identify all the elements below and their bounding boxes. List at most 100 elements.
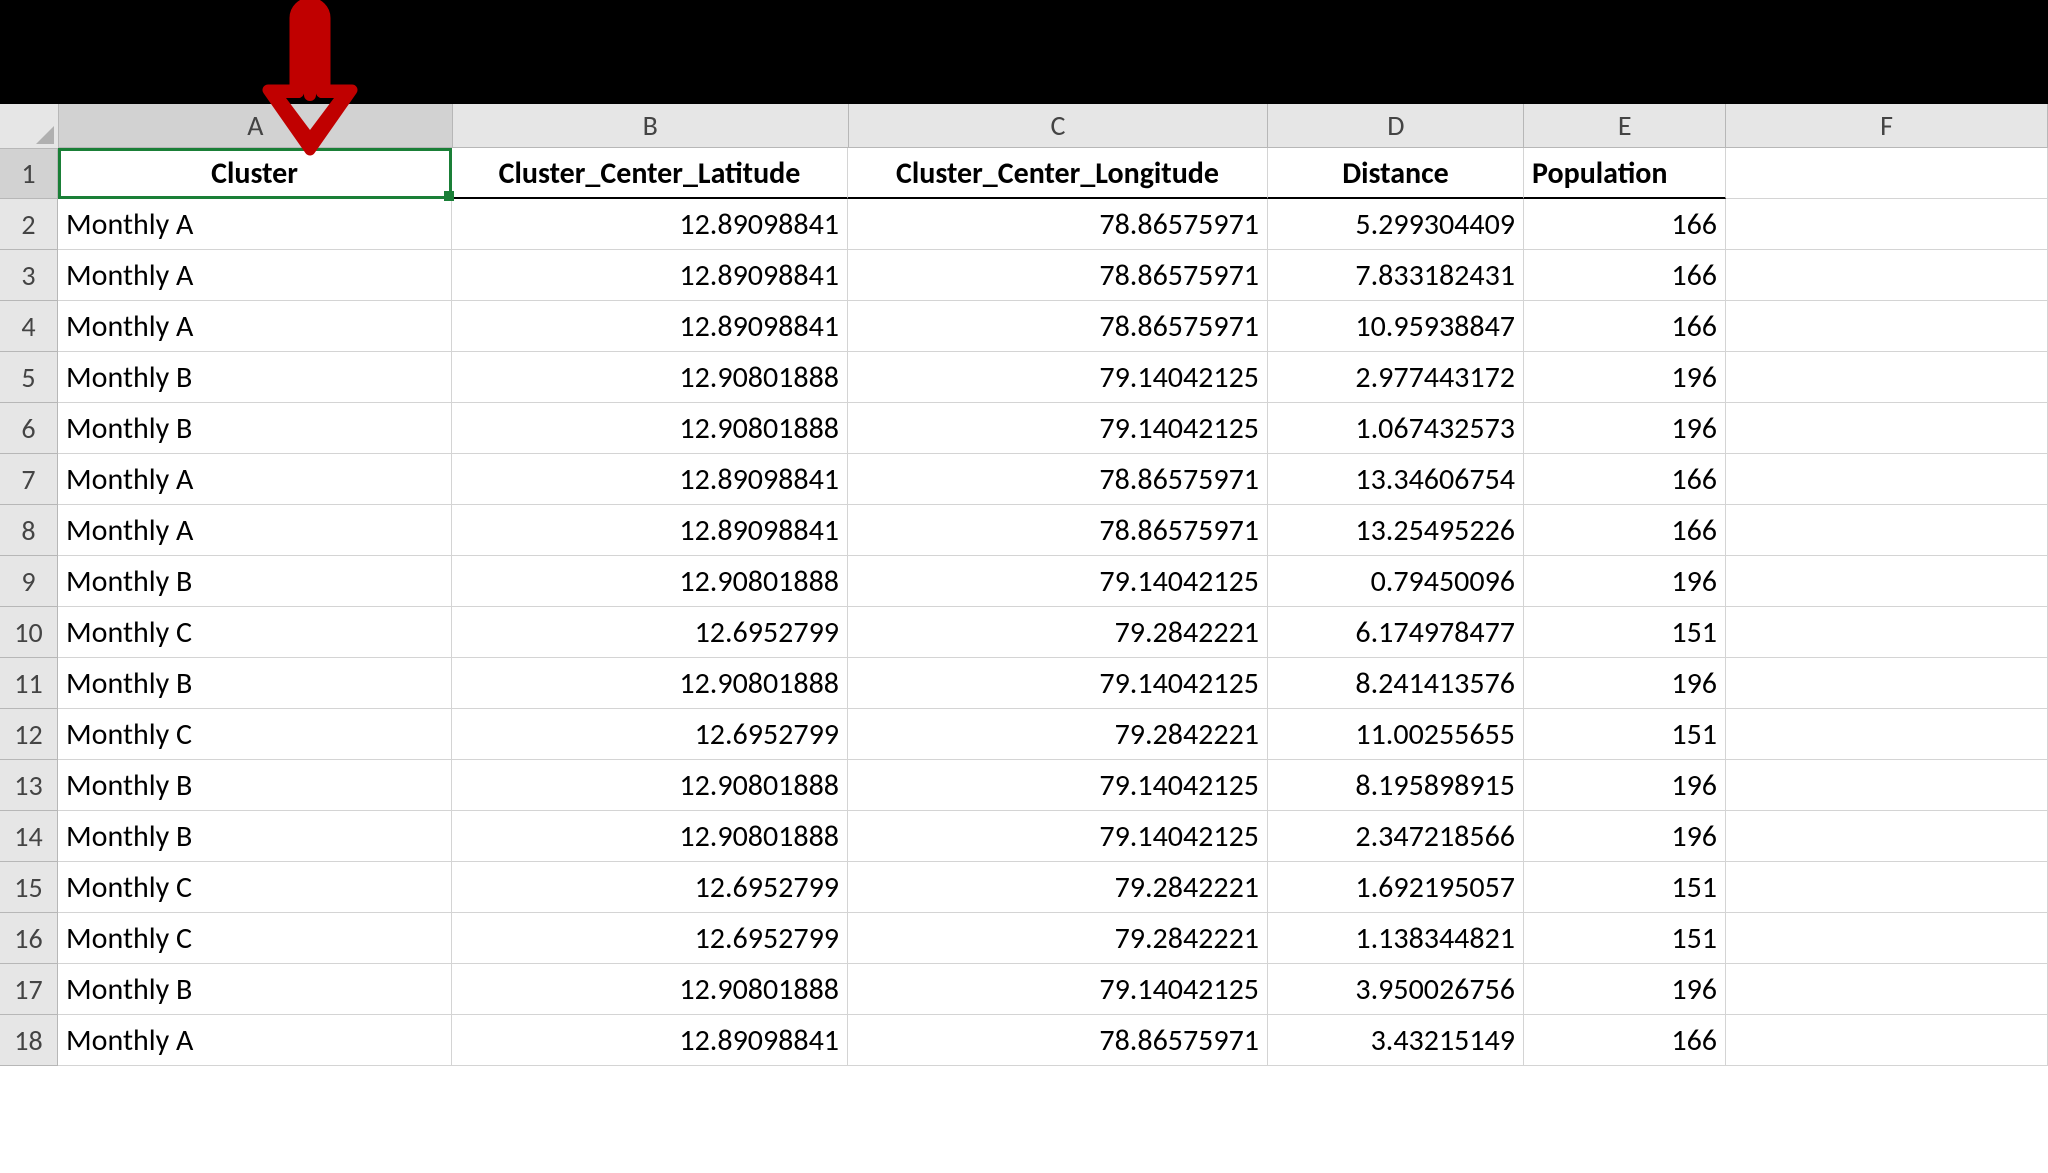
cell-B10[interactable]: 12.6952799	[452, 607, 848, 658]
cell-D13[interactable]: 8.195898915	[1268, 760, 1524, 811]
row-header-8[interactable]: 8	[0, 505, 58, 556]
cell-E4[interactable]: 166	[1524, 301, 1726, 352]
cell-F1[interactable]	[1726, 148, 2048, 199]
cell-D6[interactable]: 1.067432573	[1268, 403, 1524, 454]
cell-F5[interactable]	[1726, 352, 2048, 403]
cell-B7[interactable]: 12.89098841	[452, 454, 848, 505]
cell-B8[interactable]: 12.89098841	[452, 505, 848, 556]
cell-B4[interactable]: 12.89098841	[452, 301, 848, 352]
cell-C12[interactable]: 79.2842221	[848, 709, 1268, 760]
row-header-9[interactable]: 9	[0, 556, 58, 607]
cell-B9[interactable]: 12.90801888	[452, 556, 848, 607]
cell-D16[interactable]: 1.138344821	[1268, 913, 1524, 964]
cell-D4[interactable]: 10.95938847	[1268, 301, 1524, 352]
cell-D5[interactable]: 2.977443172	[1268, 352, 1524, 403]
cell-D10[interactable]: 6.174978477	[1268, 607, 1524, 658]
cell-C16[interactable]: 79.2842221	[848, 913, 1268, 964]
cell-D8[interactable]: 13.25495226	[1268, 505, 1524, 556]
cell-B14[interactable]: 12.90801888	[452, 811, 848, 862]
cell-C18[interactable]: 78.86575971	[848, 1015, 1268, 1066]
cell-A6[interactable]: Monthly B	[58, 403, 452, 454]
cell-D2[interactable]: 5.299304409	[1268, 199, 1524, 250]
row-header-18[interactable]: 18	[0, 1015, 58, 1066]
cell-B18[interactable]: 12.89098841	[452, 1015, 848, 1066]
cell-E16[interactable]: 151	[1524, 913, 1726, 964]
cell-A3[interactable]: Monthly A	[58, 250, 452, 301]
cell-A13[interactable]: Monthly B	[58, 760, 452, 811]
cell-B13[interactable]: 12.90801888	[452, 760, 848, 811]
cell-F18[interactable]	[1726, 1015, 2048, 1066]
cell-A9[interactable]: Monthly B	[58, 556, 452, 607]
cell-A17[interactable]: Monthly B	[58, 964, 452, 1015]
row-header-10[interactable]: 10	[0, 607, 58, 658]
row-header-11[interactable]: 11	[0, 658, 58, 709]
cell-C5[interactable]: 79.14042125	[848, 352, 1268, 403]
cell-C15[interactable]: 79.2842221	[848, 862, 1268, 913]
cell-F13[interactable]	[1726, 760, 2048, 811]
cell-A1[interactable]: Cluster	[58, 148, 452, 199]
cell-C17[interactable]: 79.14042125	[848, 964, 1268, 1015]
cell-C4[interactable]: 78.86575971	[848, 301, 1268, 352]
cell-E7[interactable]: 166	[1524, 454, 1726, 505]
cell-C3[interactable]: 78.86575971	[848, 250, 1268, 301]
cell-A2[interactable]: Monthly A	[58, 199, 452, 250]
column-header-E[interactable]: E	[1524, 104, 1726, 148]
cell-F2[interactable]	[1726, 199, 2048, 250]
cell-B1[interactable]: Cluster_Center_Latitude	[452, 148, 848, 199]
cell-D9[interactable]: 0.79450096	[1268, 556, 1524, 607]
cell-F4[interactable]	[1726, 301, 2048, 352]
row-header-15[interactable]: 15	[0, 862, 58, 913]
column-header-D[interactable]: D	[1268, 104, 1524, 148]
cell-E6[interactable]: 196	[1524, 403, 1726, 454]
row-header-7[interactable]: 7	[0, 454, 58, 505]
cell-C1[interactable]: Cluster_Center_Longitude	[848, 148, 1268, 199]
cell-B5[interactable]: 12.90801888	[452, 352, 848, 403]
cell-D11[interactable]: 8.241413576	[1268, 658, 1524, 709]
cell-C9[interactable]: 79.14042125	[848, 556, 1268, 607]
cell-D14[interactable]: 2.347218566	[1268, 811, 1524, 862]
cell-A15[interactable]: Monthly C	[58, 862, 452, 913]
cell-A10[interactable]: Monthly C	[58, 607, 452, 658]
cell-A14[interactable]: Monthly B	[58, 811, 452, 862]
cell-E11[interactable]: 196	[1524, 658, 1726, 709]
cell-F10[interactable]	[1726, 607, 2048, 658]
cell-A5[interactable]: Monthly B	[58, 352, 452, 403]
cell-A12[interactable]: Monthly C	[58, 709, 452, 760]
cell-F14[interactable]	[1726, 811, 2048, 862]
cell-F12[interactable]	[1726, 709, 2048, 760]
cell-B16[interactable]: 12.6952799	[452, 913, 848, 964]
cell-E17[interactable]: 196	[1524, 964, 1726, 1015]
cell-D1[interactable]: Distance	[1268, 148, 1524, 199]
cell-E10[interactable]: 151	[1524, 607, 1726, 658]
cell-C13[interactable]: 79.14042125	[848, 760, 1268, 811]
select-all-corner[interactable]	[0, 104, 59, 149]
row-header-1[interactable]: 1	[0, 148, 58, 199]
cell-F9[interactable]	[1726, 556, 2048, 607]
cell-E9[interactable]: 196	[1524, 556, 1726, 607]
cell-A18[interactable]: Monthly A	[58, 1015, 452, 1066]
cell-C10[interactable]: 79.2842221	[848, 607, 1268, 658]
cell-E2[interactable]: 166	[1524, 199, 1726, 250]
row-header-6[interactable]: 6	[0, 403, 58, 454]
cell-E8[interactable]: 166	[1524, 505, 1726, 556]
cell-F7[interactable]	[1726, 454, 2048, 505]
cell-F15[interactable]	[1726, 862, 2048, 913]
cell-D18[interactable]: 3.43215149	[1268, 1015, 1524, 1066]
cell-A8[interactable]: Monthly A	[58, 505, 452, 556]
cell-C2[interactable]: 78.86575971	[848, 199, 1268, 250]
cell-A11[interactable]: Monthly B	[58, 658, 452, 709]
cell-B15[interactable]: 12.6952799	[452, 862, 848, 913]
cell-D17[interactable]: 3.950026756	[1268, 964, 1524, 1015]
row-header-2[interactable]: 2	[0, 199, 58, 250]
cell-D3[interactable]: 7.833182431	[1268, 250, 1524, 301]
row-header-13[interactable]: 13	[0, 760, 58, 811]
cell-E5[interactable]: 196	[1524, 352, 1726, 403]
cell-E15[interactable]: 151	[1524, 862, 1726, 913]
row-header-16[interactable]: 16	[0, 913, 58, 964]
cell-B12[interactable]: 12.6952799	[452, 709, 848, 760]
cell-E1[interactable]: Population	[1524, 148, 1726, 199]
cell-E14[interactable]: 196	[1524, 811, 1726, 862]
column-header-B[interactable]: B	[453, 104, 849, 148]
row-header-12[interactable]: 12	[0, 709, 58, 760]
cell-A7[interactable]: Monthly A	[58, 454, 452, 505]
